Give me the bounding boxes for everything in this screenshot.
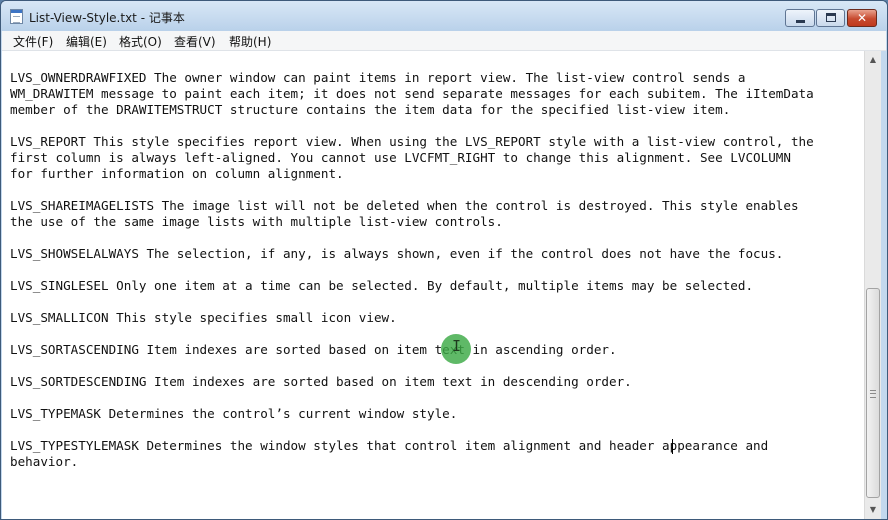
menu-file[interactable]: 文件(F) — [13, 33, 53, 50]
minimize-button[interactable] — [785, 9, 815, 27]
grip-icon — [870, 390, 876, 398]
vertical-scrollbar[interactable]: ▲ ▼ — [864, 51, 881, 519]
document-text[interactable]: LVS_OWNERDRAWFIXED The owner window can … — [10, 70, 860, 470]
menu-edit[interactable]: 编辑(E) — [66, 33, 107, 50]
scroll-thumb[interactable] — [866, 288, 880, 498]
title-bar[interactable]: List-View-Style.txt - 记事本 ✕ — [1, 1, 887, 31]
menu-view[interactable]: 查看(V) — [174, 33, 216, 50]
close-button[interactable]: ✕ — [847, 9, 877, 27]
text-editor[interactable]: LVS_OWNERDRAWFIXED The owner window can … — [2, 51, 864, 519]
window-title: List-View-Style.txt - 记事本 — [29, 11, 185, 25]
menu-bar: 文件(F) 编辑(E) 格式(O) 查看(V) 帮助(H) — [2, 31, 886, 51]
maximize-button[interactable] — [816, 9, 845, 27]
notepad-icon — [10, 9, 23, 24]
window-frame-right — [881, 51, 887, 519]
menu-help[interactable]: 帮助(H) — [229, 33, 271, 50]
maximize-icon — [826, 13, 836, 22]
minimize-icon — [796, 20, 805, 23]
notepad-window: List-View-Style.txt - 记事本 ✕ 文件(F) 编辑(E) … — [0, 0, 888, 520]
text-caret — [672, 439, 673, 454]
scroll-down-button[interactable]: ▼ — [865, 501, 881, 518]
menu-format[interactable]: 格式(O) — [119, 33, 162, 50]
scroll-up-button[interactable]: ▲ — [865, 51, 881, 68]
close-icon: ✕ — [856, 11, 868, 25]
ibeam-cursor-icon: I — [452, 337, 462, 355]
